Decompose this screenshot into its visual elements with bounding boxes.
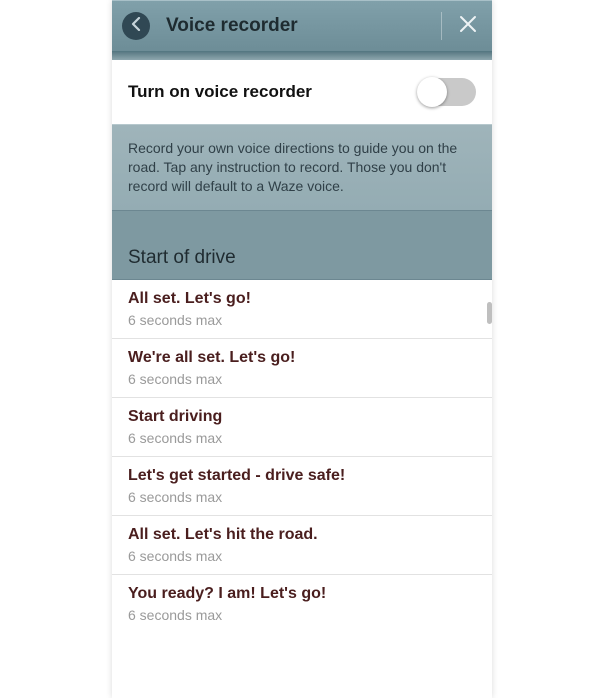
voice-recorder-panel: Voice recorder Turn on voice recorder Re… bbox=[112, 0, 492, 698]
list-item[interactable]: You ready? I am! Let's go! 6 seconds max bbox=[112, 575, 492, 633]
header-shadow bbox=[112, 52, 492, 60]
instruction-max: 6 seconds max bbox=[128, 312, 476, 328]
instruction-phrase: All set. Let's hit the road. bbox=[128, 526, 476, 544]
list-item[interactable]: All set. Let's go! 6 seconds max bbox=[112, 280, 492, 339]
instruction-max: 6 seconds max bbox=[128, 371, 476, 387]
list-item[interactable]: We're all set. Let's go! 6 seconds max bbox=[112, 339, 492, 398]
instruction-phrase: We're all set. Let's go! bbox=[128, 349, 476, 367]
toggle-label: Turn on voice recorder bbox=[128, 82, 418, 102]
instruction-max: 6 seconds max bbox=[128, 607, 476, 623]
page-title: Voice recorder bbox=[150, 15, 441, 37]
scrollbar-thumb[interactable] bbox=[487, 302, 492, 324]
close-button[interactable] bbox=[448, 6, 488, 46]
instruction-phrase: Start driving bbox=[128, 408, 476, 426]
instruction-list: All set. Let's go! 6 seconds max We're a… bbox=[112, 280, 492, 633]
toggle-row: Turn on voice recorder bbox=[112, 60, 492, 124]
instruction-max: 6 seconds max bbox=[128, 489, 476, 505]
list-item[interactable]: All set. Let's hit the road. 6 seconds m… bbox=[112, 516, 492, 575]
header-separator bbox=[441, 12, 442, 40]
section-header: Start of drive bbox=[112, 210, 492, 280]
close-icon bbox=[459, 13, 477, 39]
toggle-knob bbox=[417, 77, 447, 107]
instruction-phrase: Let's get started - drive safe! bbox=[128, 467, 476, 485]
info-text: Record your own voice directions to guid… bbox=[112, 124, 492, 210]
instruction-max: 6 seconds max bbox=[128, 430, 476, 446]
voice-recorder-toggle[interactable] bbox=[418, 78, 476, 106]
instruction-phrase: All set. Let's go! bbox=[128, 290, 476, 308]
chevron-left-icon bbox=[131, 17, 141, 36]
instruction-max: 6 seconds max bbox=[128, 548, 476, 564]
list-item[interactable]: Start driving 6 seconds max bbox=[112, 398, 492, 457]
back-button[interactable] bbox=[122, 12, 150, 40]
list-item[interactable]: Let's get started - drive safe! 6 second… bbox=[112, 457, 492, 516]
instruction-phrase: You ready? I am! Let's go! bbox=[128, 585, 476, 603]
header-bar: Voice recorder bbox=[112, 0, 492, 52]
